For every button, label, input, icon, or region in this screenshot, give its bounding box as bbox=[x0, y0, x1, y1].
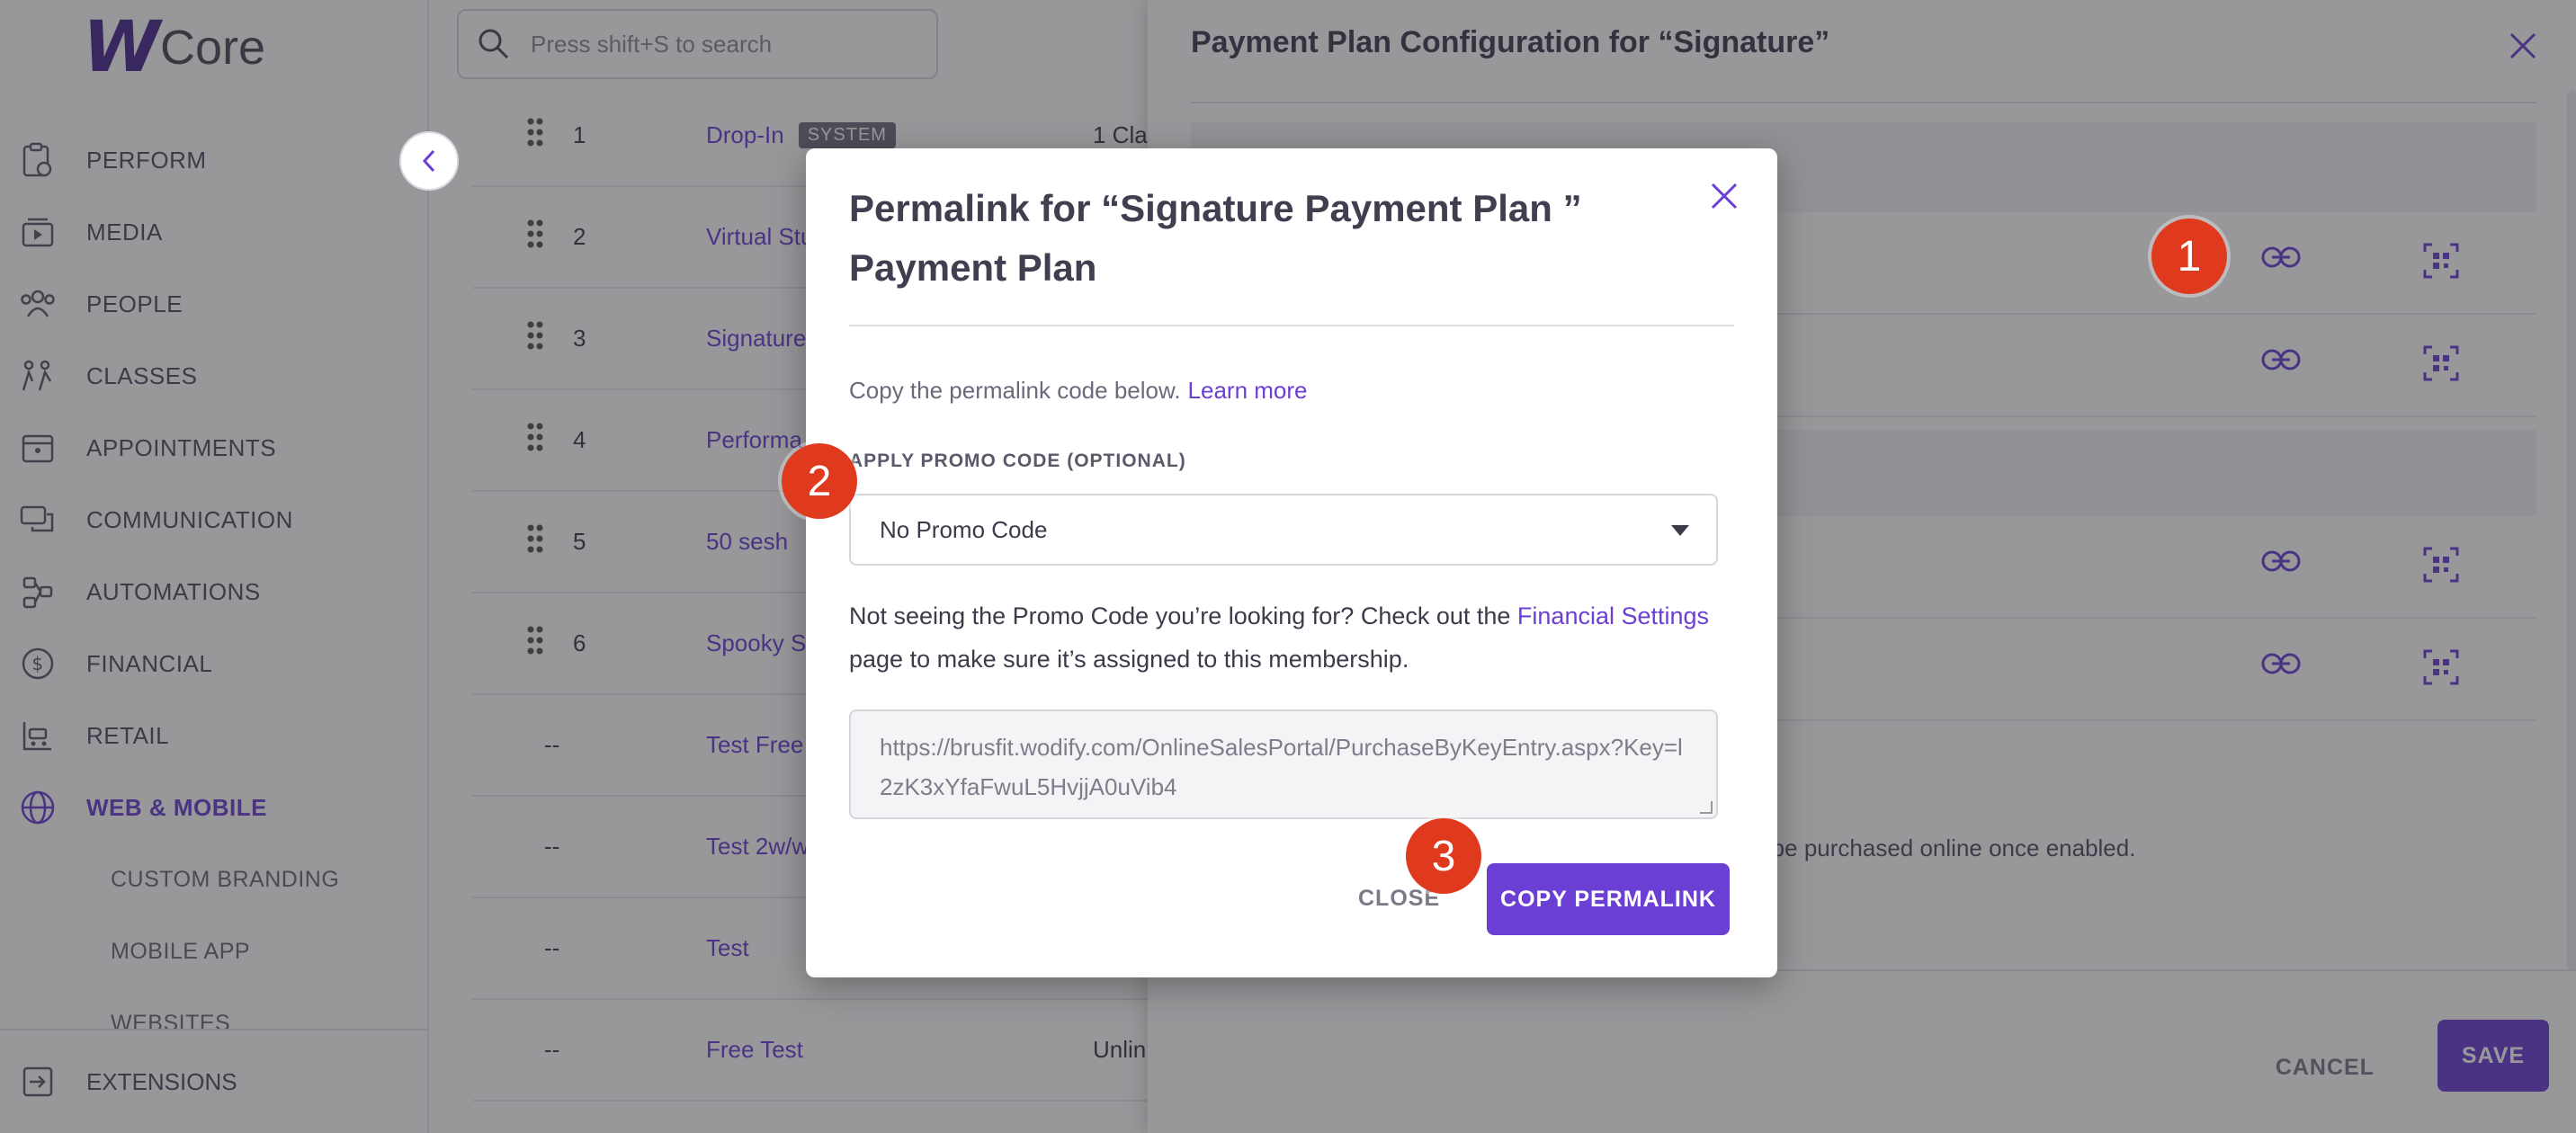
modal-divider bbox=[849, 325, 1734, 326]
promo-help-text: Not seeing the Promo Code you’re looking… bbox=[849, 594, 1731, 681]
copy-permalink-button[interactable]: COPY PERMALINK bbox=[1487, 863, 1730, 935]
permalink-url: https://brusfit.wodify.com/OnlineSalesPo… bbox=[880, 734, 1683, 800]
promo-code-select[interactable]: No Promo Code bbox=[849, 494, 1718, 566]
close-icon bbox=[1711, 183, 1738, 210]
help-text-before: Not seeing the Promo Code you’re looking… bbox=[849, 602, 1517, 629]
promo-code-label: APPLY PROMO CODE (OPTIONAL) bbox=[849, 451, 1186, 471]
caret-down-icon bbox=[1671, 525, 1689, 536]
promo-code-value: No Promo Code bbox=[880, 515, 1048, 543]
modal-description: Copy the permalink code below. Learn more bbox=[849, 377, 1308, 405]
description-text: Copy the permalink code below. bbox=[849, 377, 1181, 404]
step-badge-3: 3 bbox=[1406, 818, 1481, 894]
modal-close-icon-button[interactable] bbox=[1709, 181, 1740, 216]
permalink-modal: Permalink for “Signature Payment Plan ” … bbox=[806, 148, 1777, 977]
step-badge-2: 2 bbox=[782, 443, 857, 519]
financial-settings-link[interactable]: Financial Settings bbox=[1517, 602, 1709, 629]
collapse-sidebar-button[interactable] bbox=[399, 131, 459, 191]
help-text-after: page to make sure it’s assigned to this … bbox=[849, 646, 1409, 673]
resize-handle-icon[interactable] bbox=[1700, 801, 1713, 814]
learn-more-link[interactable]: Learn more bbox=[1188, 377, 1308, 404]
chevron-left-icon bbox=[422, 149, 435, 173]
step-badge-1: 1 bbox=[2151, 219, 2227, 294]
permalink-url-field[interactable]: https://brusfit.wodify.com/OnlineSalesPo… bbox=[849, 709, 1718, 819]
modal-title: Permalink for “Signature Payment Plan ” … bbox=[849, 187, 1582, 289]
